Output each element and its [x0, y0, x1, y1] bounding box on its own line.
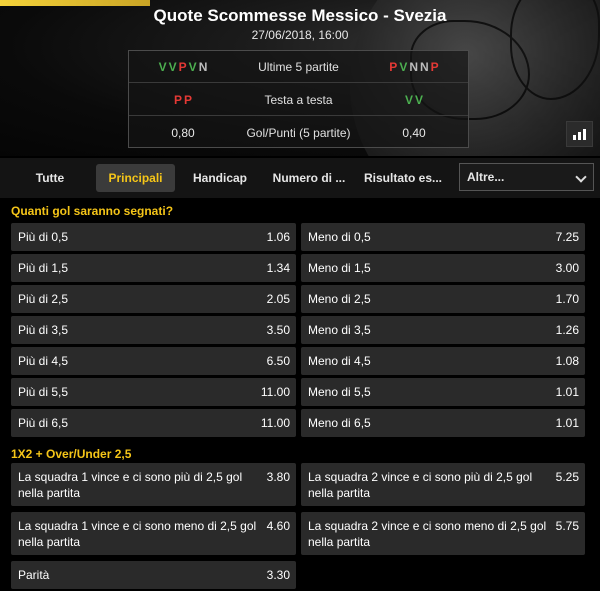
- tab-numero-di[interactable]: Numero di ...: [266, 164, 352, 192]
- form-result: N: [198, 59, 208, 74]
- tab-risultato-esatto[interactable]: Risultato es...: [358, 164, 448, 192]
- tab-principali[interactable]: Principali: [96, 164, 175, 192]
- stats-label: Testa a testa: [264, 92, 333, 107]
- odds-value: 4.60: [266, 519, 290, 533]
- odds-value: 1.70: [555, 292, 579, 306]
- odds-button[interactable]: Più di 6,5 11.00: [11, 409, 296, 437]
- stats-row-goals: 0,80 Gol/Punti (5 partite) 0,40: [129, 117, 468, 149]
- odds-button[interactable]: La squadra 2 vince e ci sono meno di 2,5…: [301, 512, 585, 555]
- odds-value: 3.00: [555, 261, 579, 275]
- odds-label: La squadra 2 vince e ci sono più di 2,5 …: [308, 470, 533, 500]
- away-form-last5: PVNNP: [360, 60, 468, 74]
- odds-value: 1.08: [555, 354, 579, 368]
- odds-value: 3.30: [266, 568, 290, 582]
- section-title-1x2-over-under: 1X2 + Over/Under 2,5: [11, 447, 132, 461]
- odds-label: Più di 0,5: [18, 230, 69, 244]
- odds-value: 11.00: [260, 385, 290, 399]
- odds-button[interactable]: Parità 3.30: [11, 561, 296, 589]
- form-result: V: [404, 92, 413, 107]
- odds-label: La squadra 2 vince e ci sono meno di 2,5…: [308, 519, 547, 549]
- tab-handicap[interactable]: Handicap: [181, 164, 259, 192]
- stats-label: Ultime 5 partite: [258, 59, 339, 74]
- odds-label: Più di 3,5: [18, 323, 69, 337]
- section-title-total-goals: Quanti gol saranno segnati?: [11, 204, 174, 218]
- tab-tutte[interactable]: Tutte: [10, 164, 90, 192]
- odds-value: 1.06: [266, 230, 290, 244]
- odds-label: Meno di 5,5: [308, 385, 371, 399]
- odds-value: 5.25: [555, 470, 579, 484]
- form-result: N: [409, 59, 418, 74]
- odds-value: 11.00: [260, 416, 290, 430]
- form-result: V: [399, 59, 408, 74]
- odds-label: Parità: [18, 568, 50, 582]
- away-form-h2h: VV: [360, 93, 468, 107]
- odds-button[interactable]: Più di 5,5 11.00: [11, 378, 296, 406]
- form-result: P: [173, 92, 182, 107]
- odds-label: Meno di 4,5: [308, 354, 371, 368]
- chevron-down-icon: [575, 171, 587, 183]
- odds-button[interactable]: Più di 3,5 3.50: [11, 316, 296, 344]
- home-form-h2h: PP: [129, 93, 237, 107]
- odds-label: Più di 4,5: [18, 354, 69, 368]
- odds-value: 6.50: [266, 354, 290, 368]
- away-goals-value: 0,40: [402, 126, 426, 140]
- odds-button[interactable]: Più di 4,5 6.50: [11, 347, 296, 375]
- odds-button[interactable]: Meno di 3,5 1.26: [301, 316, 585, 344]
- odds-value: 3.50: [266, 323, 290, 337]
- odds-label: Più di 1,5: [18, 261, 69, 275]
- odds-button[interactable]: Più di 1,5 1.34: [11, 254, 296, 282]
- stats-button[interactable]: [566, 121, 593, 147]
- odds-value: 3.80: [266, 470, 290, 484]
- home-goals-value: 0,80: [171, 126, 195, 140]
- form-result: N: [420, 59, 429, 74]
- odds-value: 2.05: [266, 292, 290, 306]
- bar-chart-icon: [573, 135, 576, 140]
- odds-button[interactable]: Meno di 4,5 1.08: [301, 347, 585, 375]
- odds-button[interactable]: La squadra 1 vince e ci sono meno di 2,5…: [11, 512, 296, 555]
- odds-label: Meno di 0,5: [308, 230, 371, 244]
- odds-value: 1.26: [555, 323, 579, 337]
- odds-button[interactable]: Meno di 5,5 1.01: [301, 378, 585, 406]
- form-result: P: [184, 92, 193, 107]
- odds-label: La squadra 1 vince e ci sono meno di 2,5…: [18, 519, 257, 549]
- odds-label: Meno di 1,5: [308, 261, 371, 275]
- form-result: P: [389, 59, 398, 74]
- stats-label: Gol/Punti (5 partite): [246, 126, 351, 140]
- stats-row-last5: VVPVN Ultime 5 partite PVNNP: [129, 51, 468, 83]
- odds-label: Più di 2,5: [18, 292, 69, 306]
- form-result: V: [188, 59, 197, 74]
- odds-label: Meno di 6,5: [308, 416, 371, 430]
- odds-button[interactable]: Meno di 6,5 1.01: [301, 409, 585, 437]
- odds-value: 1.01: [555, 385, 579, 399]
- team-stats-panel: VVPVN Ultime 5 partite PVNNP PP Testa a …: [128, 50, 469, 148]
- home-form-last5: VVPVN: [129, 60, 237, 74]
- odds-label: La squadra 1 vince e ci sono più di 2,5 …: [18, 470, 243, 500]
- odds-value: 1.34: [266, 261, 290, 275]
- odds-label: Più di 6,5: [18, 416, 69, 430]
- odds-button[interactable]: Meno di 1,5 3.00: [301, 254, 585, 282]
- odds-label: Meno di 3,5: [308, 323, 371, 337]
- form-result: P: [430, 59, 439, 74]
- odds-value: 5.75: [555, 519, 579, 533]
- odds-button[interactable]: Meno di 0,5 7.25: [301, 223, 585, 251]
- odds-label: Più di 5,5: [18, 385, 69, 399]
- stats-row-h2h: PP Testa a testa VV: [129, 84, 468, 116]
- more-markets-selected: Altre...: [467, 170, 505, 184]
- odds-button[interactable]: La squadra 1 vince e ci sono più di 2,5 …: [11, 463, 296, 506]
- odds-label: Meno di 2,5: [308, 292, 371, 306]
- odds-button[interactable]: Più di 0,5 1.06: [11, 223, 296, 251]
- form-result: V: [168, 59, 177, 74]
- form-result: V: [415, 92, 424, 107]
- more-markets-select[interactable]: Altre...: [459, 163, 594, 191]
- odds-value: 1.01: [555, 416, 579, 430]
- odds-button[interactable]: Meno di 2,5 1.70: [301, 285, 585, 313]
- odds-value: 7.25: [555, 230, 579, 244]
- match-date: 27/06/2018, 16:00: [251, 28, 349, 42]
- form-result: V: [158, 59, 167, 74]
- odds-button[interactable]: Più di 2,5 2.05: [11, 285, 296, 313]
- match-title: Quote Scommesse Messico - Svezia: [153, 6, 447, 25]
- odds-button[interactable]: La squadra 2 vince e ci sono più di 2,5 …: [301, 463, 585, 506]
- form-result: P: [178, 59, 187, 74]
